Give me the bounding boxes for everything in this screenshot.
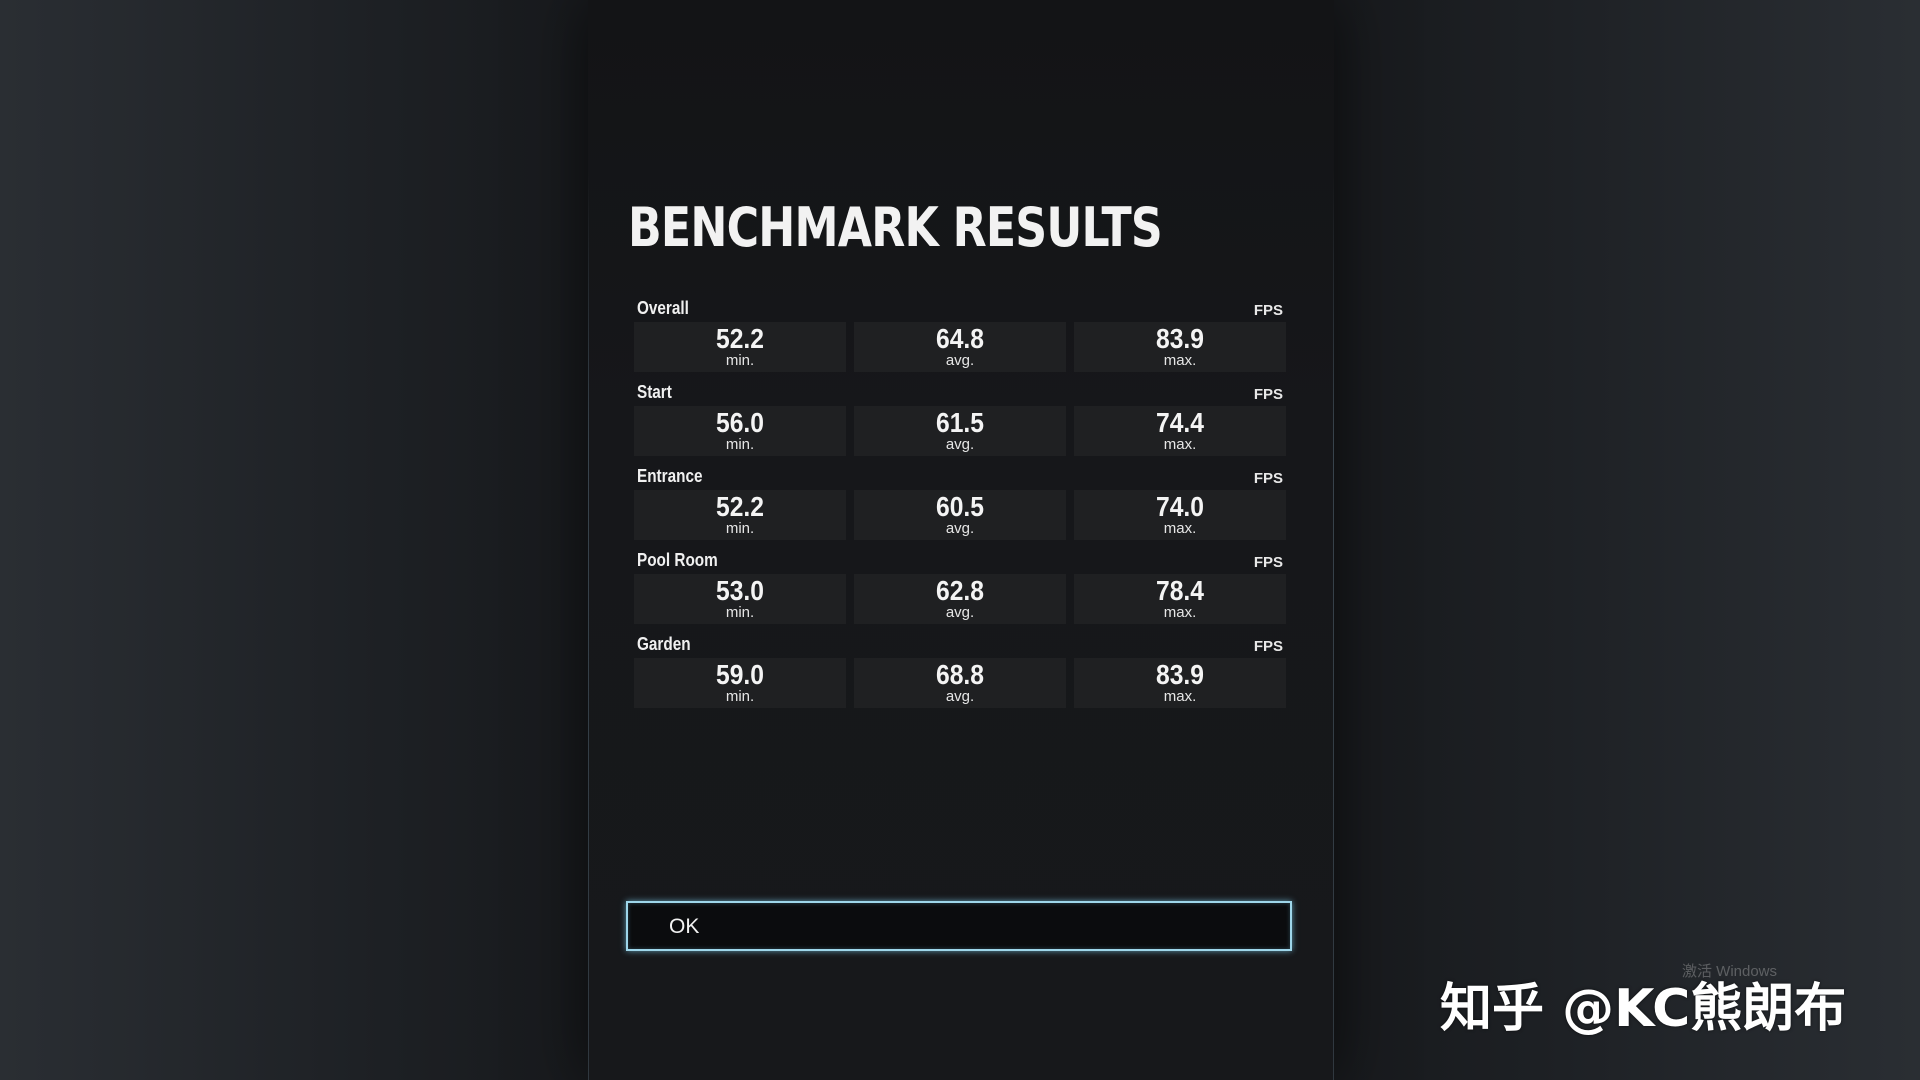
min-value: 53.0	[716, 575, 764, 606]
max-stat: 83.9 max.	[1074, 658, 1286, 708]
max-label: max.	[1163, 604, 1197, 621]
avg-value: 60.5	[936, 491, 984, 522]
stats-row: 52.2 min. 64.8 avg. 83.9 max.	[634, 322, 1286, 372]
avg-value: 68.8	[936, 659, 984, 690]
max-value: 78.4	[1156, 575, 1204, 606]
avg-value: 64.8	[936, 323, 984, 354]
min-stat: 52.2 min.	[634, 490, 846, 540]
benchmark-results-list: Overall FPS 52.2 min. 64.8 avg. 83.9 max…	[634, 296, 1286, 716]
section-name: Pool Room	[637, 550, 718, 570]
avg-stat: 62.8 avg.	[854, 574, 1066, 624]
fps-unit-label: FPS	[1253, 470, 1283, 487]
max-value: 83.9	[1156, 659, 1204, 690]
max-value: 74.0	[1156, 491, 1204, 522]
avg-label: avg.	[945, 604, 975, 621]
max-value: 83.9	[1156, 323, 1204, 354]
stats-row: 52.2 min. 60.5 avg. 74.0 max.	[634, 490, 1286, 540]
stats-row: 59.0 min. 68.8 avg. 83.9 max.	[634, 658, 1286, 708]
min-value: 52.2	[716, 323, 764, 354]
section-header: Entrance FPS	[634, 464, 1286, 490]
page-title: BENCHMARK RESULTS	[628, 196, 1163, 259]
fps-unit-label: FPS	[1253, 638, 1283, 655]
result-section-garden: Garden FPS 59.0 min. 68.8 avg. 83.9 max.	[634, 632, 1286, 716]
avg-label: avg.	[945, 352, 975, 369]
max-stat: 78.4 max.	[1074, 574, 1286, 624]
max-stat: 74.0 max.	[1074, 490, 1286, 540]
stats-row: 53.0 min. 62.8 avg. 78.4 max.	[634, 574, 1286, 624]
max-stat: 74.4 max.	[1074, 406, 1286, 456]
section-header: Start FPS	[634, 380, 1286, 406]
section-header: Garden FPS	[634, 632, 1286, 658]
avg-value: 61.5	[936, 407, 984, 438]
section-header: Overall FPS	[634, 296, 1286, 322]
ok-button-label: OK	[669, 915, 700, 938]
min-value: 59.0	[716, 659, 764, 690]
min-label: min.	[725, 436, 755, 453]
stats-row: 56.0 min. 61.5 avg. 74.4 max.	[634, 406, 1286, 456]
fps-unit-label: FPS	[1253, 302, 1283, 319]
fps-unit-label: FPS	[1253, 386, 1283, 403]
screen: BENCHMARK RESULTS Overall FPS 52.2 min. …	[0, 0, 1920, 1080]
avg-stat: 60.5 avg.	[854, 490, 1066, 540]
ok-button[interactable]: OK	[626, 901, 1292, 951]
min-label: min.	[725, 352, 755, 369]
max-label: max.	[1163, 436, 1197, 453]
min-label: min.	[725, 604, 755, 621]
min-stat: 59.0 min.	[634, 658, 846, 708]
section-name: Start	[637, 382, 672, 402]
fps-unit-label: FPS	[1253, 554, 1283, 571]
min-stat: 52.2 min.	[634, 322, 846, 372]
min-value: 56.0	[716, 407, 764, 438]
avg-stat: 61.5 avg.	[854, 406, 1066, 456]
result-section-pool-room: Pool Room FPS 53.0 min. 62.8 avg. 78.4 m…	[634, 548, 1286, 632]
section-name: Overall	[637, 298, 689, 318]
max-value: 74.4	[1156, 407, 1204, 438]
result-section-entrance: Entrance FPS 52.2 min. 60.5 avg. 74.0 ma…	[634, 464, 1286, 548]
avg-label: avg.	[945, 688, 975, 705]
min-stat: 53.0 min.	[634, 574, 846, 624]
min-stat: 56.0 min.	[634, 406, 846, 456]
max-label: max.	[1163, 688, 1197, 705]
avg-label: avg.	[945, 436, 975, 453]
avg-value: 62.8	[936, 575, 984, 606]
result-section-overall: Overall FPS 52.2 min. 64.8 avg. 83.9 max…	[634, 296, 1286, 380]
section-name: Garden	[637, 634, 691, 654]
source-watermark: 知乎 @KC熊朗布	[1440, 979, 1847, 1039]
max-stat: 83.9 max.	[1074, 322, 1286, 372]
avg-stat: 64.8 avg.	[854, 322, 1066, 372]
avg-label: avg.	[945, 520, 975, 537]
result-section-start: Start FPS 56.0 min. 61.5 avg. 74.4 max.	[634, 380, 1286, 464]
section-name: Entrance	[637, 466, 703, 486]
min-label: min.	[725, 520, 755, 537]
min-value: 52.2	[716, 491, 764, 522]
max-label: max.	[1163, 520, 1197, 537]
max-label: max.	[1163, 352, 1197, 369]
avg-stat: 68.8 avg.	[854, 658, 1066, 708]
section-header: Pool Room FPS	[634, 548, 1286, 574]
min-label: min.	[725, 688, 755, 705]
